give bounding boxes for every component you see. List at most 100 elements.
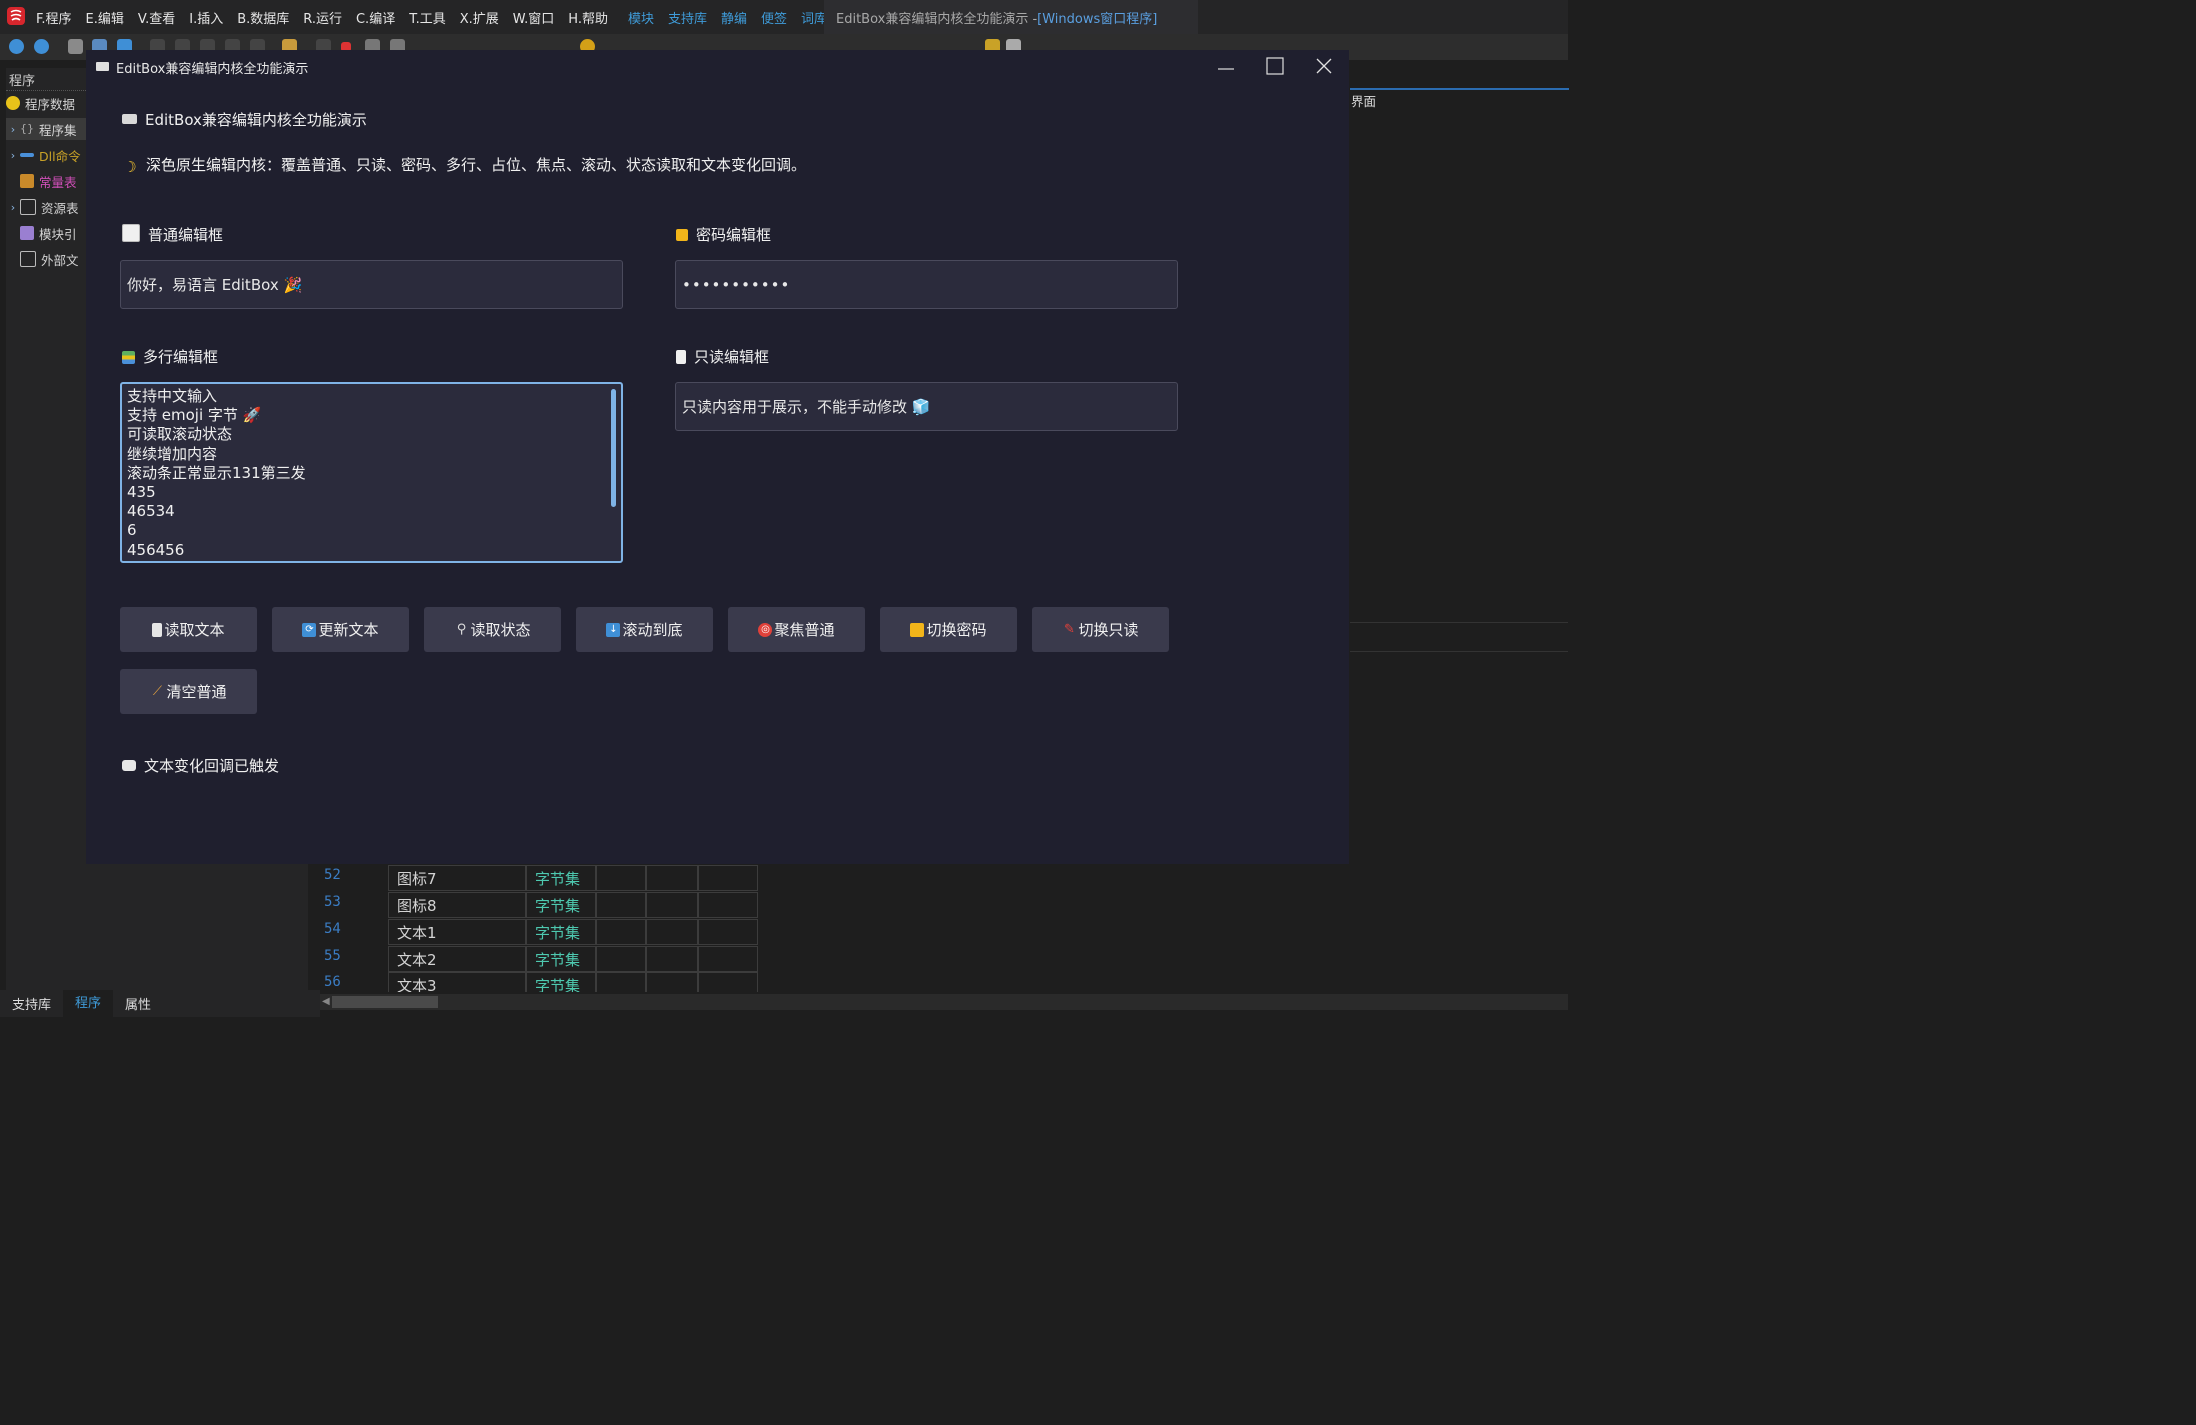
var-name-cell[interactable]: 文本2 <box>388 946 526 972</box>
new-file-icon[interactable] <box>68 39 83 54</box>
multiline-content: 支持中文输入 支持 emoji 字节 🚀 可读取滚动状态 继续增加内容 滚动条正… <box>127 387 306 560</box>
focus-normal-button[interactable]: ◎ 聚焦普通 <box>728 607 865 652</box>
editbox-demo-window: EditBox兼容编辑内核全功能演示 EditBox兼容编辑内核全功能演示 ☽ 深… <box>86 50 1349 864</box>
toggle-readonly-button[interactable]: ✎ 切换只读 <box>1032 607 1169 652</box>
cell[interactable] <box>596 972 646 992</box>
scrollbar-thumb[interactable] <box>332 996 438 1008</box>
multiline-field-label: 多行编辑框 <box>122 346 218 367</box>
cell[interactable] <box>698 892 758 918</box>
multiline-edit-field[interactable]: 支持中文输入 支持 emoji 字节 🚀 可读取滚动状态 继续增加内容 滚动条正… <box>120 382 623 563</box>
cell[interactable] <box>596 946 646 972</box>
tree-resources[interactable]: › 资源表 <box>6 196 79 218</box>
normal-edit-field[interactable]: 你好，易语言 EditBox 🎉 <box>120 260 623 309</box>
var-type-cell[interactable]: 字节集 <box>526 946 596 972</box>
horizontal-scrollbar[interactable]: ◀ <box>320 994 1568 1010</box>
menu-view[interactable]: V.查看 <box>138 8 175 27</box>
tree-constants[interactable]: 常量表 <box>20 170 77 192</box>
menu-edit[interactable]: E.编辑 <box>86 8 124 27</box>
var-name-cell[interactable]: 图标7 <box>388 865 526 891</box>
line-number: 52 <box>324 867 341 883</box>
clear-normal-button[interactable]: ⟋ 清空普通 <box>120 669 257 714</box>
cell[interactable] <box>698 972 758 992</box>
var-name-cell[interactable]: 文本1 <box>388 919 526 945</box>
tree-external-files[interactable]: 外部文 <box>20 248 79 270</box>
button-label: 读取状态 <box>470 621 531 639</box>
menu-insert[interactable]: I.插入 <box>189 8 223 27</box>
clipboard-icon <box>152 622 163 637</box>
tab-program[interactable]: 程序 <box>63 990 114 1017</box>
tab-support-lib[interactable]: 支持库 <box>0 994 63 1013</box>
menu-database[interactable]: B.数据库 <box>237 8 289 27</box>
var-type-cell[interactable]: 字节集 <box>526 865 596 891</box>
menu-run[interactable]: R.运行 <box>303 8 342 27</box>
menu-extend[interactable]: X.扩展 <box>460 8 499 27</box>
link-static-compile[interactable]: 静编 <box>721 8 747 27</box>
cell[interactable] <box>698 919 758 945</box>
minimize-button[interactable] <box>1202 50 1250 82</box>
read-status-button[interactable]: ⚲ 读取状态 <box>424 607 561 652</box>
var-type-cell[interactable]: 字节集 <box>526 892 596 918</box>
cell[interactable] <box>646 919 698 945</box>
multiline-line: 435 <box>127 483 156 502</box>
multiline-scrollbar-thumb[interactable] <box>611 389 616 507</box>
scroll-bottom-button[interactable]: ↓ 滚动到底 <box>576 607 713 652</box>
back-icon[interactable] <box>9 39 24 54</box>
menu-program[interactable]: F.程序 <box>36 8 72 27</box>
readonly-edit-value: 只读内容用于展示，不能手动修改 🧊 <box>682 398 931 416</box>
window-titlebar[interactable]: EditBox兼容编辑内核全功能演示 <box>86 50 1349 82</box>
cell[interactable] <box>646 946 698 972</box>
toggle-password-button[interactable]: 切换密码 <box>880 607 1017 652</box>
scroll-left-icon[interactable]: ◀ <box>322 996 330 1007</box>
target-icon: ◎ <box>758 622 773 637</box>
cell[interactable] <box>596 919 646 945</box>
table-row[interactable]: 53 图标8 字节集 <box>320 892 760 919</box>
cell[interactable] <box>698 865 758 891</box>
menu-help[interactable]: H.帮助 <box>568 8 608 27</box>
menu-window[interactable]: W.窗口 <box>513 8 555 27</box>
resource-icon <box>20 199 36 215</box>
ui-panel-label[interactable]: 界面 <box>1350 88 1569 114</box>
normal-field-label-text: 普通编辑框 <box>148 226 224 244</box>
var-name-cell[interactable]: 文本3 <box>388 972 526 992</box>
tree-label: 资源表 <box>41 200 79 216</box>
cell[interactable] <box>646 892 698 918</box>
maximize-button[interactable] <box>1251 50 1299 82</box>
cell[interactable] <box>596 892 646 918</box>
link-support-lib[interactable]: 支持库 <box>668 8 707 27</box>
link-modules[interactable]: 模块 <box>628 8 654 27</box>
readonly-field-label: 只读编辑框 <box>676 346 769 367</box>
tab-properties[interactable]: 属性 <box>113 994 163 1013</box>
cell[interactable] <box>596 865 646 891</box>
menu-tools[interactable]: T.工具 <box>409 8 446 27</box>
status-line: 文本变化回调已触发 <box>122 755 279 776</box>
close-button[interactable] <box>1300 50 1348 82</box>
var-type-cell[interactable]: 字节集 <box>526 972 596 992</box>
tree-dll-commands[interactable]: › Dll命令 <box>6 144 81 166</box>
minimize-icon <box>1218 68 1234 70</box>
read-text-button[interactable]: 读取文本 <box>120 607 257 652</box>
cell[interactable] <box>698 946 758 972</box>
tree-program-data[interactable]: 程序数据 <box>6 92 75 114</box>
close-icon <box>1316 58 1332 74</box>
ide-document-tab[interactable]: EditBox兼容编辑内核全功能演示 - [Windows窗口程序] <box>824 0 1198 34</box>
password-edit-value: ••••••••••• <box>682 275 791 294</box>
scroll-page-icon <box>676 350 686 364</box>
table-row[interactable]: 52 图标7 字节集 <box>320 865 760 892</box>
page-heading: EditBox兼容编辑内核全功能演示 <box>122 109 367 130</box>
table-row[interactable]: 55 文本2 字节集 <box>320 946 760 973</box>
menu-compile[interactable]: C.编译 <box>356 8 395 27</box>
speech-bubble-icon <box>122 760 136 771</box>
forward-icon[interactable] <box>34 39 49 54</box>
tree-module-refs[interactable]: 模块引 <box>20 222 77 244</box>
link-notes[interactable]: 便签 <box>761 8 787 27</box>
update-text-button[interactable]: ⟳ 更新文本 <box>272 607 409 652</box>
table-row[interactable]: 56 文本3 字节集 <box>320 972 760 992</box>
external-file-icon <box>20 251 36 267</box>
cell[interactable] <box>646 865 698 891</box>
table-row[interactable]: 54 文本1 字节集 <box>320 919 760 946</box>
tree-program-set[interactable]: › {} 程序集 <box>6 118 86 140</box>
password-edit-field[interactable]: ••••••••••• <box>675 260 1178 309</box>
var-type-cell[interactable]: 字节集 <box>526 919 596 945</box>
var-name-cell[interactable]: 图标8 <box>388 892 526 918</box>
cell[interactable] <box>646 972 698 992</box>
